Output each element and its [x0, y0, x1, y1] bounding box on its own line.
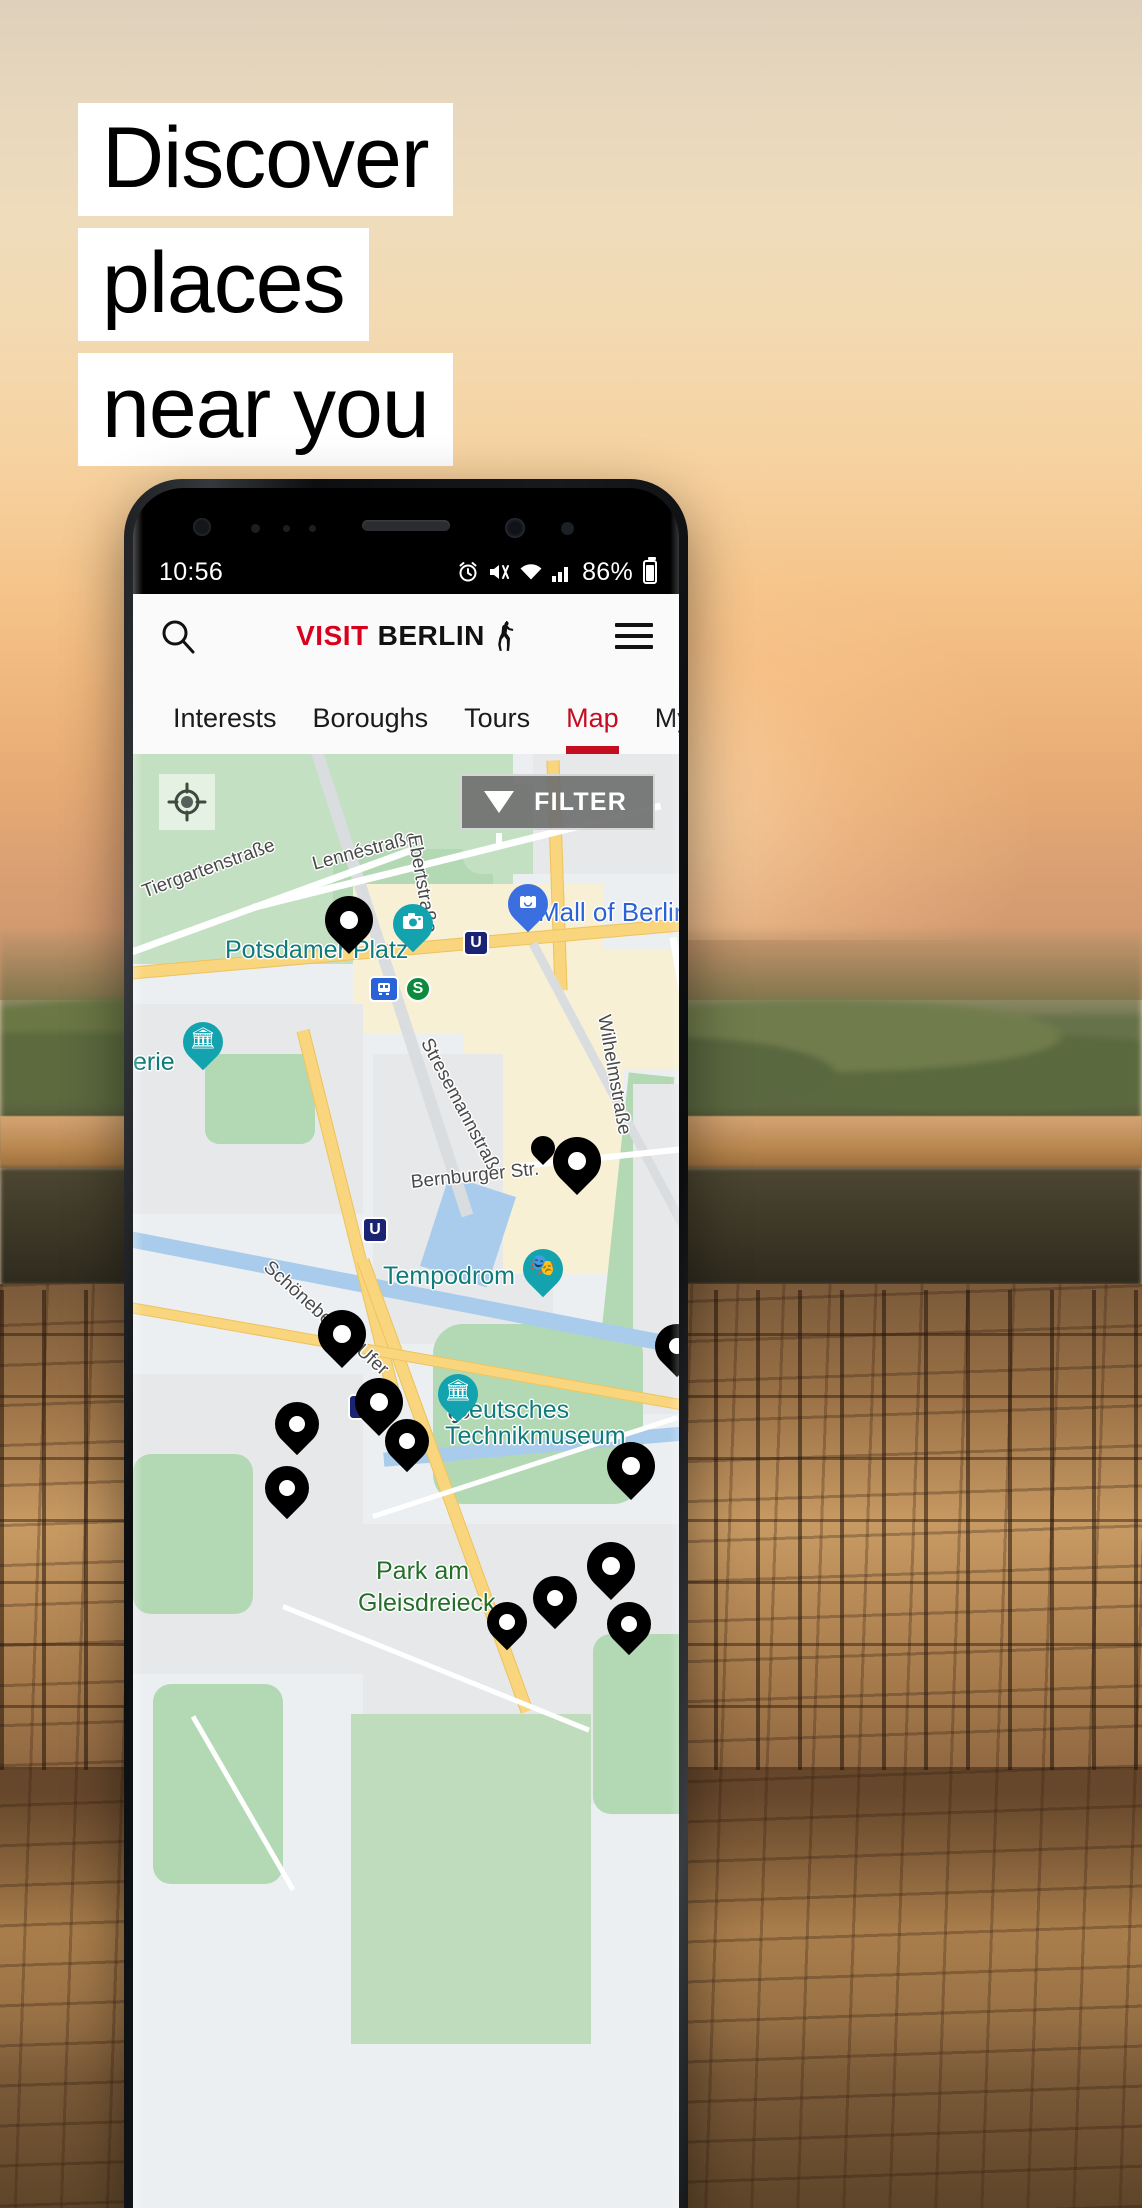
camera-lens-right [505, 518, 525, 538]
map-label-park-am: Park am [376, 1557, 470, 1585]
map-label-tempodrom[interactable]: Tempodrom [383, 1262, 515, 1291]
wifi-icon [520, 564, 542, 580]
phone-screen: 10:56 86% VISIT BERLIN Interests Borough… [133, 488, 679, 2208]
tab-map-label: Map [566, 703, 619, 733]
map-pin-camera[interactable] [384, 895, 442, 958]
map-label-gemaeldegalerie[interactable]: erie [133, 1048, 175, 1077]
app-bar: VISIT BERLIN [133, 594, 679, 678]
museum-icon: 🏛 [189, 1027, 217, 1050]
map-pin-attraction-3[interactable] [526, 1131, 560, 1166]
tab-active-underline [566, 746, 619, 754]
signal-icon [552, 567, 569, 582]
sensor-dot-d [561, 522, 574, 535]
map-pin-attraction-1[interactable] [315, 886, 383, 960]
status-time: 10:56 [159, 557, 224, 586]
map-badge-ubahn-a[interactable]: U [463, 930, 489, 956]
front-sensors [133, 488, 679, 554]
tab-boroughs[interactable]: Boroughs [295, 703, 447, 754]
camera-icon [403, 913, 423, 929]
tab-tours-label: Tours [464, 703, 531, 733]
map-badge-sbahn[interactable]: S [405, 976, 431, 1002]
visit-berlin-logo[interactable]: VISIT BERLIN [296, 619, 516, 653]
alarm-icon [459, 562, 477, 582]
map-green-patch-f [153, 1684, 283, 1884]
train-icon [378, 983, 390, 995]
filter-button[interactable]: FILTER [460, 774, 655, 844]
hamburger-menu-icon[interactable] [615, 623, 653, 649]
funnel-icon [484, 791, 515, 844]
map-pin-attraction-5[interactable] [645, 1314, 679, 1382]
ubahn-letter: U [470, 934, 482, 951]
app-content: VISIT BERLIN Interests Boroughs Tours Ma… [133, 594, 679, 2208]
phone-device: 10:56 86% VISIT BERLIN Interests Borough… [124, 479, 688, 2208]
logo-visit-text: VISIT [296, 620, 369, 651]
mute-icon [490, 565, 510, 579]
map-pin-attraction-11[interactable] [577, 1532, 645, 1606]
map-green-patch-e [133, 1454, 253, 1614]
map-badge-ubahn-b[interactable]: U [362, 1217, 388, 1243]
tab-tours[interactable]: Tours [446, 703, 548, 754]
tab-bar: Interests Boroughs Tours Map My Profile [133, 678, 679, 754]
berlin-bear-icon [498, 621, 514, 651]
shopping-bag-icon [520, 891, 536, 908]
map-pin-attraction-9[interactable] [255, 1456, 319, 1524]
map-pin-attraction-14[interactable] [478, 1593, 536, 1656]
map-label-gleisdreieck: Gleisdreieck [358, 1589, 496, 1617]
sensor-dot-a [251, 524, 260, 533]
battery-percent: 86% [582, 557, 633, 586]
battery-icon [643, 557, 657, 584]
map-label-mall-of-berlin[interactable]: Mall of Berlin [538, 897, 679, 928]
tab-my-profile-label: My Profile [654, 703, 679, 733]
sensor-dot-c [309, 525, 316, 532]
map-pin-attraction-2[interactable] [543, 1127, 611, 1201]
tab-my-profile[interactable]: My Profile [637, 703, 679, 754]
filter-button-label: FILTER [534, 787, 627, 816]
map-pin-mall-of-berlin[interactable] [499, 875, 557, 938]
map-pin-attraction-4[interactable] [308, 1300, 376, 1374]
museum-icon-b: 🏛 [444, 1379, 472, 1402]
logo-berlin-text: BERLIN [377, 620, 485, 651]
map-pin-technikmuseum[interactable]: 🏛 [429, 1365, 487, 1428]
map-pin-tempodrom[interactable]: 🎭 [514, 1240, 572, 1303]
headline-line-2: places [78, 228, 369, 342]
sensor-dot-b [283, 525, 290, 532]
status-bar: 10:56 86% [133, 550, 679, 594]
headline-line-1: Discover [78, 103, 453, 217]
my-location-button[interactable] [159, 774, 215, 830]
tab-boroughs-label: Boroughs [312, 703, 429, 733]
tab-map[interactable]: Map [548, 703, 637, 754]
tab-interests[interactable]: Interests [155, 703, 295, 754]
earpiece-speaker [362, 520, 450, 531]
map-badge-regional-train[interactable] [369, 976, 399, 1002]
map-park-gleisdreieck [351, 1714, 591, 2044]
headline-line-3: near you [78, 353, 453, 467]
map-pin-attraction-10[interactable] [597, 1432, 665, 1506]
map-pin-attraction-7[interactable] [265, 1392, 329, 1460]
map-pin-attraction-12[interactable] [523, 1566, 587, 1634]
map-pin-attraction-13[interactable] [597, 1592, 661, 1660]
search-icon[interactable] [159, 617, 197, 655]
my-location-icon [167, 782, 207, 822]
sbahn-letter: S [412, 980, 424, 997]
map-canvas[interactable]: Tiergartenstraße Lennéstraße Ebertstraße… [133, 754, 679, 2208]
ubahn-letter-b: U [369, 1221, 381, 1238]
theatre-icon: 🎭 [529, 1254, 557, 1277]
tab-interests-label: Interests [173, 703, 277, 733]
camera-lens-left [193, 518, 211, 536]
headline: Discover places near you [78, 103, 453, 478]
map-green-patch-g [593, 1634, 679, 1814]
map-pin-museum-gemaeldegalerie[interactable]: 🏛 [174, 1013, 232, 1076]
map-pin-attraction-8[interactable] [375, 1409, 439, 1477]
map-label-potsdamer-platz[interactable]: Potsdamer Platz [225, 936, 408, 965]
